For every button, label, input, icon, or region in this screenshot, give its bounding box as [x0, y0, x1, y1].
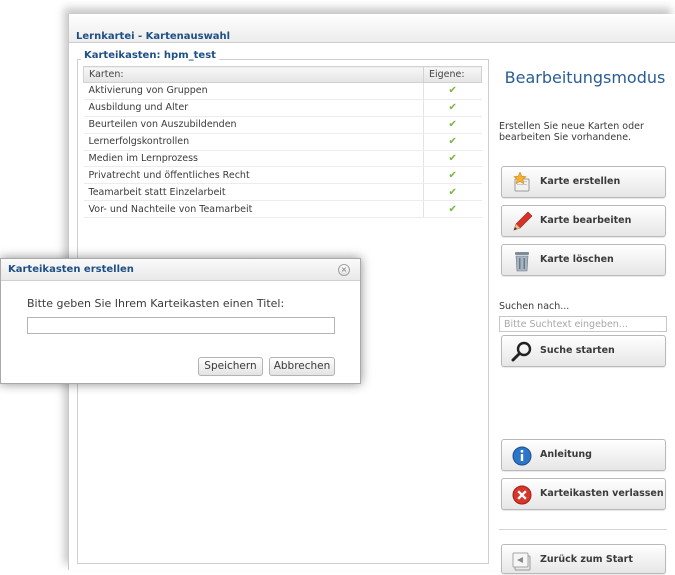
edit-card-label: Karte bearbeiten [540, 215, 632, 226]
create-card-label: Karte erstellen [540, 176, 621, 187]
card-name: Teamarbeit statt Einzelarbeit [83, 183, 424, 202]
box-title-input[interactable] [27, 317, 335, 334]
table-row[interactable]: Vor- und Nachteile von Teamarbeit ✔ [83, 200, 482, 219]
save-button[interactable]: Speichern [198, 357, 263, 376]
table-row[interactable]: Lernerfolgskontrollen ✔ [83, 133, 482, 151]
trash-icon [511, 250, 533, 272]
table-row[interactable]: Medien im Lernprozess ✔ [83, 150, 482, 168]
create-box-dialog: Karteikasten erstellen × Bitte geben Sie… [0, 258, 361, 384]
table-row[interactable]: Ausbildung und Alter ✔ [83, 99, 482, 117]
edit-card-button[interactable]: Karte bearbeiten [501, 205, 666, 237]
action-panel: Bearbeitungsmodus Erstellen Sie neue Kar… [495, 44, 669, 574]
search-button-label: Suche starten [540, 345, 615, 356]
card-name: Privatrecht und öffentliches Recht [83, 166, 424, 185]
leave-box-label: Karteikasten verlassen [540, 488, 664, 499]
column-header-cards[interactable]: Karten: [83, 66, 424, 83]
create-card-button[interactable]: Karte erstellen [501, 166, 666, 198]
mode-title: Bearbeitungsmodus [504, 68, 666, 87]
window-titlebar: Lernkartei - Kartenauswahl [69, 14, 675, 43]
star-card-icon [511, 171, 533, 194]
help-button[interactable]: Anleitung [501, 439, 666, 471]
delete-card-button[interactable]: Karte löschen [501, 244, 666, 276]
card-name: Beurteilen von Auszubildenden [83, 116, 424, 134]
card-name: Vor- und Nachteile von Teamarbeit [83, 200, 424, 219]
dialog-prompt: Bitte geben Sie Ihrem Karteikasten einen… [27, 297, 285, 310]
checkmark-icon: ✔ [423, 183, 482, 202]
table-row[interactable]: Privatrecht und öffentliches Recht ✔ [83, 166, 482, 185]
checkmark-icon: ✔ [423, 150, 482, 168]
checkmark-icon: ✔ [423, 116, 482, 134]
column-header-own[interactable]: Eigene: [423, 66, 482, 83]
table-row[interactable]: Aktivierung von Gruppen ✔ [83, 82, 482, 100]
table-row[interactable]: Beurteilen von Auszubildenden ✔ [83, 116, 482, 134]
checkmark-icon: ✔ [423, 82, 482, 100]
checkmark-icon: ✔ [423, 166, 482, 185]
card-table: Karten: Eigene: Aktivierung von Gruppen ✔… [83, 66, 482, 219]
card-name: Aktivierung von Gruppen [83, 82, 424, 100]
close-red-icon [511, 484, 533, 506]
search-button[interactable]: Suche starten [501, 335, 666, 367]
card-name: Ausbildung und Alter [83, 99, 424, 117]
search-label: Suchen nach... [499, 301, 570, 312]
card-name: Lernerfolgskontrollen [83, 133, 424, 151]
panel-divider [499, 529, 667, 530]
card-name: Medien im Lernprozess [83, 150, 424, 168]
dialog-title: Karteikasten erstellen [8, 264, 134, 275]
back-home-icon [511, 550, 533, 572]
back-to-start-label: Zurück zum Start [540, 554, 633, 565]
dialog-titlebar[interactable]: Karteikasten erstellen × [1, 259, 360, 281]
checkmark-icon: ✔ [423, 133, 482, 151]
delete-card-label: Karte löschen [540, 254, 614, 265]
pencil-icon [511, 211, 533, 233]
close-icon[interactable]: × [338, 264, 350, 276]
card-box-name: Karteikasten: hpm_test [81, 50, 219, 61]
checkmark-icon: ✔ [423, 99, 482, 117]
card-table-header: Karten: Eigene: [83, 66, 482, 83]
info-icon [511, 445, 533, 467]
table-row[interactable]: Teamarbeit statt Einzelarbeit ✔ [83, 183, 482, 202]
search-input[interactable] [499, 316, 667, 332]
magnifier-icon [511, 341, 533, 363]
window-title: Lernkartei - Kartenauswahl [76, 31, 231, 42]
cancel-button[interactable]: Abbrechen [269, 357, 335, 376]
help-button-label: Anleitung [540, 449, 592, 460]
leave-box-button[interactable]: Karteikasten verlassen [501, 478, 666, 510]
checkmark-icon: ✔ [423, 200, 482, 219]
mode-description: Erstellen Sie neue Karten oder bearbeite… [499, 121, 644, 143]
